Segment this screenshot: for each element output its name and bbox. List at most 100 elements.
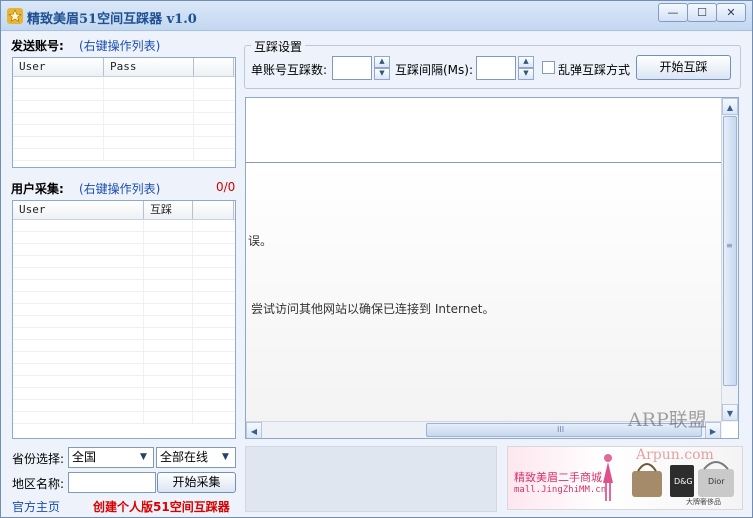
connection-hint-text: 尝试访问其他网站以确保已连接到 Internet。 <box>251 302 495 316</box>
spin-up-icon[interactable]: ▲ <box>374 56 390 68</box>
minimize-button[interactable]: — <box>658 3 688 22</box>
online-status-select[interactable]: 全部在线 ▼ <box>156 447 236 468</box>
province-value: 全国 <box>72 450 97 464</box>
watermark-text: ARP联盟 <box>628 409 707 431</box>
column-header-blank <box>193 201 234 219</box>
list-row <box>13 316 235 328</box>
list-row <box>13 364 235 376</box>
list-row <box>13 304 235 316</box>
horizontal-thumb-grip: III <box>557 425 565 434</box>
province-label: 省份选择: <box>12 452 65 466</box>
window-title: 精致美眉51空间互踩器 v1.0 <box>27 12 197 27</box>
list-row <box>13 328 235 340</box>
error-text-fragment: 误。 <box>248 234 273 248</box>
list-row <box>13 113 235 125</box>
browser-content <box>246 164 722 424</box>
send-accounts-label: 发送账号: <box>11 39 64 53</box>
start-collect-button[interactable]: 开始采集 <box>157 472 236 493</box>
list-row <box>13 77 235 89</box>
list-row <box>13 412 235 424</box>
list-row <box>13 256 235 268</box>
list-row <box>13 352 235 364</box>
list-row <box>13 220 235 232</box>
region-input[interactable] <box>68 472 156 493</box>
send-accounts-hint: (右键操作列表) <box>79 39 161 53</box>
list-row <box>13 268 235 280</box>
list-row <box>13 244 235 256</box>
spin-down-icon[interactable]: ▼ <box>374 68 390 80</box>
start-visit-button[interactable]: 开始互踩 <box>636 55 731 80</box>
window-controls: — ☐ ✕ <box>658 3 746 22</box>
official-home-link[interactable]: 官方主页 <box>12 498 60 515</box>
send-accounts-rows <box>13 77 235 161</box>
ad-url: mall.JingZhiMM.cn <box>514 485 607 495</box>
interval-input[interactable] <box>476 56 516 80</box>
user-collect-list[interactable]: User 互踩 <box>12 200 236 439</box>
list-row <box>13 149 235 161</box>
random-mode-label: 乱弹互踩方式 <box>558 63 631 77</box>
online-status-value: 全部在线 <box>160 450 209 464</box>
vertical-scroll-thumb[interactable]: ≡ <box>723 116 737 386</box>
browser-divider <box>246 162 722 163</box>
embedded-browser[interactable]: 误。 尝试访问其他网站以确保已连接到 Internet。 ▲ ≡ ▼ ◀ III… <box>245 97 739 439</box>
scroll-left-icon[interactable]: ◀ <box>246 422 262 438</box>
chevron-down-icon: ▼ <box>140 452 147 462</box>
column-header-pass[interactable]: Pass <box>104 58 194 76</box>
model-figure-icon <box>603 454 613 501</box>
column-header-visit[interactable]: 互踩 <box>144 201 193 219</box>
province-select[interactable]: 全国 ▼ <box>68 447 154 468</box>
ad-bag-label-dior: Dior <box>708 477 725 486</box>
list-row <box>13 137 235 149</box>
star-app-icon <box>7 8 23 24</box>
list-row <box>13 388 235 400</box>
per-account-spinner[interactable]: ▲ ▼ <box>332 56 390 80</box>
scroll-up-icon[interactable]: ▲ <box>722 98 738 115</box>
maximize-button[interactable]: ☐ <box>687 3 717 22</box>
send-accounts-list[interactable]: User Pass <box>12 57 236 168</box>
create-personal-link[interactable]: 创建个人版51空间互踩器 <box>93 498 230 515</box>
interval-spin-buttons[interactable]: ▲ ▼ <box>518 56 534 80</box>
list-row <box>13 400 235 412</box>
chevron-down-icon: ▼ <box>222 452 229 462</box>
vertical-thumb-grip: ≡ <box>726 241 733 250</box>
user-collect-header: User 互踩 <box>13 201 235 220</box>
user-collect-label: 用户采集: <box>11 182 64 196</box>
watermark-url: Arpun.com <box>636 447 714 463</box>
list-row <box>13 89 235 101</box>
user-collect-hint: (右键操作列表) <box>79 182 161 196</box>
list-row <box>13 125 235 137</box>
scroll-right-icon[interactable]: ▶ <box>705 422 721 438</box>
list-row <box>13 280 235 292</box>
spin-up-icon[interactable]: ▲ <box>518 56 534 68</box>
send-accounts-header: User Pass <box>13 58 235 77</box>
list-row <box>13 340 235 352</box>
ad-caption: 大牌奢侈品 <box>686 498 721 506</box>
list-row <box>13 232 235 244</box>
scroll-down-icon[interactable]: ▼ <box>722 404 738 421</box>
list-row <box>13 292 235 304</box>
per-account-input[interactable] <box>332 56 372 80</box>
column-header-user[interactable]: User <box>13 58 104 76</box>
column-header-user[interactable]: User <box>13 201 144 219</box>
title-bar[interactable]: 精致美眉51空间互踩器 v1.0 — ☐ ✕ <box>1 1 752 31</box>
list-row <box>13 101 235 113</box>
status-panel <box>245 446 497 512</box>
list-row <box>13 376 235 388</box>
ad-bag-label-dg: D&G <box>674 477 693 486</box>
random-mode-checkbox[interactable] <box>542 61 555 74</box>
interval-label: 互踩间隔(Ms): <box>395 63 474 77</box>
per-account-label: 单账号互踩数: <box>251 63 328 77</box>
vertical-scrollbar[interactable]: ▲ ≡ ▼ <box>721 98 738 422</box>
client-area: 发送账号: (右键操作列表) User Pass 用户采集: (右键操作列表) … <box>1 32 752 517</box>
app-window: 精致美眉51空间互踩器 v1.0 — ☐ ✕ 发送账号: (右键操作列表) Us… <box>0 0 753 518</box>
ad-title: 精致美眉二手商城 <box>514 471 602 484</box>
per-account-spin-buttons[interactable]: ▲ ▼ <box>374 56 390 80</box>
settings-group-title: 互踩设置 <box>251 38 306 55</box>
interval-spinner[interactable]: ▲ ▼ <box>476 56 534 80</box>
close-button[interactable]: ✕ <box>716 3 746 22</box>
column-header-blank <box>194 58 234 76</box>
user-collect-count: 0/0 <box>216 180 236 194</box>
user-collect-rows <box>13 220 235 424</box>
spin-down-icon[interactable]: ▼ <box>518 68 534 80</box>
region-label: 地区名称: <box>12 477 65 491</box>
